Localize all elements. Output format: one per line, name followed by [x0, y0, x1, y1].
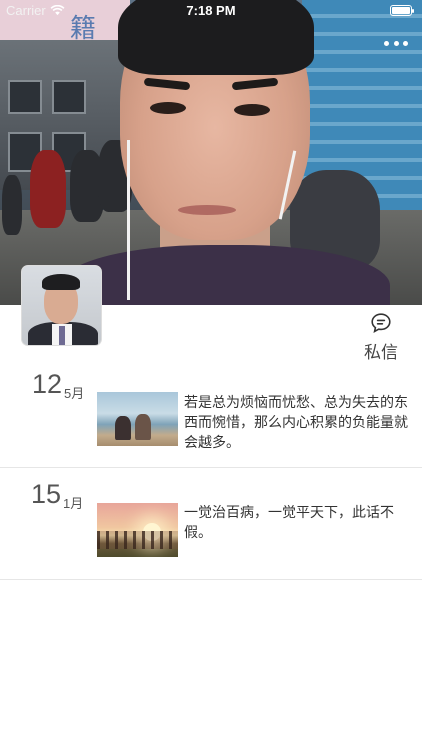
post-text: 一觉治百病，一觉平天下，此话不假。 — [184, 504, 394, 540]
cover-earphone-wire — [127, 140, 130, 300]
private-message-button[interactable]: 私信 — [356, 312, 406, 362]
list-item[interactable]: 15 1月 一觉治百病，一觉平天下，此话不假。 — [0, 470, 422, 580]
status-bar: Carrier 7:18 PM — [0, 0, 422, 22]
more-dots-icon — [393, 40, 399, 46]
post-month: 5月 — [64, 386, 85, 401]
thumbnail-trees — [97, 531, 178, 549]
battery-fill — [392, 7, 410, 14]
more-options-button[interactable] — [384, 36, 408, 50]
post-date: 15 1月 — [31, 479, 84, 511]
cover-eye — [234, 104, 270, 116]
avatar[interactable] — [21, 265, 102, 346]
cover-eye — [150, 102, 186, 114]
more-dots-icon — [384, 40, 389, 46]
avatar-hair — [42, 274, 80, 290]
post-month: 1月 — [63, 496, 84, 511]
post-thumbnail[interactable] — [97, 503, 178, 557]
post-thumbnail[interactable] — [97, 392, 178, 446]
list-item[interactable]: 12 5月 若是总为烦恼而忧愁、总为失去的东西而惋惜，那么内心积累的负能量就会越… — [0, 360, 422, 468]
post-day: 12 — [32, 369, 63, 399]
chat-bubble-icon — [371, 313, 391, 333]
cover-photo: 籍 — [0, 0, 422, 305]
more-dots-icon — [403, 40, 408, 46]
thumbnail-person — [135, 414, 151, 440]
battery-icon — [390, 5, 414, 16]
cover-mouth — [178, 205, 236, 215]
post-date: 12 5月 — [32, 369, 85, 401]
post-day: 15 — [31, 479, 62, 509]
avatar-tie — [59, 326, 65, 345]
post-text: 若是总为烦恼而忧愁、总为失去的东西而惋惜，那么内心积累的负能量就会越多。 — [184, 394, 408, 450]
cover-scooter — [30, 150, 66, 228]
cover-scooter — [2, 175, 22, 235]
thumbnail-person — [115, 416, 131, 440]
status-time: 7:18 PM — [186, 3, 236, 18]
